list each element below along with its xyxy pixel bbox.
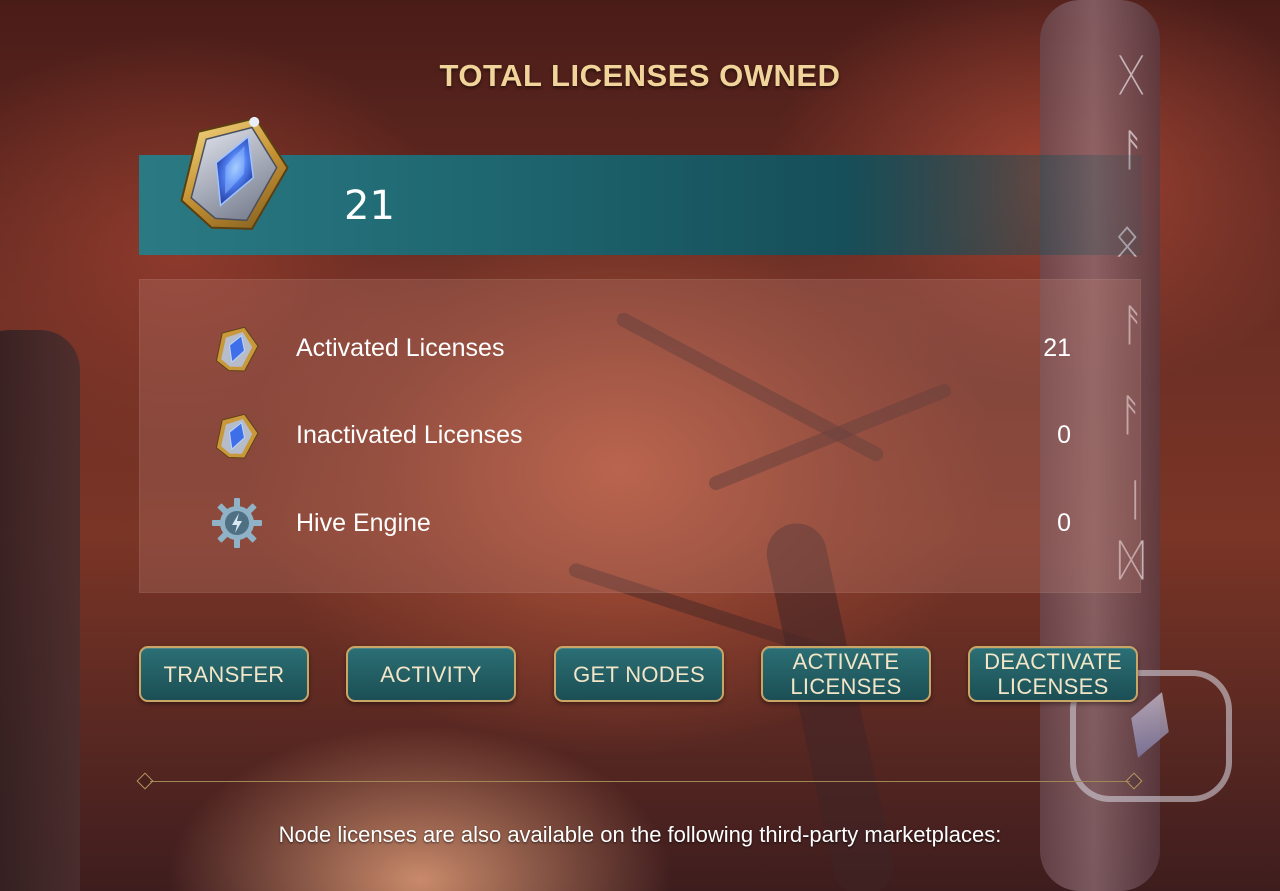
breakdown-row-activated: Activated Licenses 21 <box>139 318 1141 378</box>
deactivate-label-line1: DEACTIVATE <box>984 649 1122 674</box>
background-tree-trunk <box>0 330 80 891</box>
page-title: TOTAL LICENSES OWNED <box>439 58 841 93</box>
deactivate-licenses-button[interactable]: DEACTIVATE LICENSES <box>968 646 1138 702</box>
deactivate-licenses-button-label: DEACTIVATE LICENSES <box>984 649 1122 699</box>
breakdown-value: 0 <box>1057 421 1071 449</box>
total-licenses-value: 21 <box>344 183 395 229</box>
license-gem-icon <box>215 413 259 459</box>
license-gem-large-icon <box>180 116 289 230</box>
section-divider <box>150 781 1130 782</box>
transfer-button[interactable]: TRANSFER <box>139 646 309 702</box>
activate-licenses-button[interactable]: ACTIVATE LICENSES <box>761 646 931 702</box>
breakdown-label: Hive Engine <box>296 509 431 537</box>
marketplaces-note: Node licenses are also available on the … <box>278 822 1002 847</box>
breakdown-label: Inactivated Licenses <box>296 421 523 449</box>
activate-label-line1: ACTIVATE <box>792 649 900 674</box>
get-nodes-button[interactable]: GET NODES <box>554 646 724 702</box>
license-breakdown-panel: Activated Licenses 21 Inactivated Licens… <box>139 279 1141 593</box>
transfer-button-label: TRANSFER <box>163 661 285 687</box>
activity-button-label: ACTIVITY <box>380 661 482 687</box>
license-gem-icon <box>215 326 259 372</box>
activity-button[interactable]: ACTIVITY <box>346 646 516 702</box>
breakdown-label: Activated Licenses <box>296 334 505 362</box>
activate-label-line2: LICENSES <box>790 674 902 699</box>
breakdown-row-inactivated: Inactivated Licenses 0 <box>139 405 1141 465</box>
breakdown-value: 0 <box>1057 509 1071 537</box>
breakdown-value: 21 <box>1043 334 1071 362</box>
hive-engine-gear-icon <box>212 498 262 548</box>
activate-licenses-button-label: ACTIVATE LICENSES <box>790 649 901 699</box>
breakdown-row-hive-engine: Hive Engine 0 <box>139 493 1141 553</box>
deactivate-label-line2: LICENSES <box>997 674 1109 699</box>
get-nodes-button-label: GET NODES <box>573 661 705 687</box>
